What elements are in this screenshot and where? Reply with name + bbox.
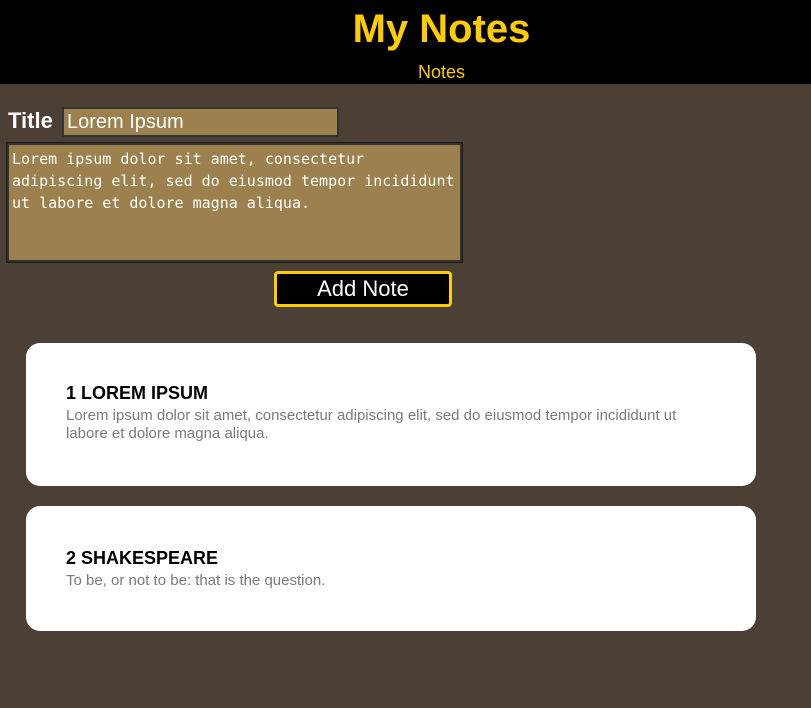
note-heading: 1 LOREM IPSUM xyxy=(66,382,716,404)
note-title: LOREM IPSUM xyxy=(81,383,209,403)
note-title: SHAKESPEARE xyxy=(81,548,219,568)
note-card: 2 SHAKESPEARE To be, or not to be: that i… xyxy=(26,506,756,631)
note-number: 2 xyxy=(66,548,77,568)
note-text: Lorem ipsum dolor sit amet, consectetur … xyxy=(66,407,677,442)
add-note-button[interactable]: Add Note xyxy=(274,271,452,307)
nav-link-notes[interactable]: Notes xyxy=(0,62,811,82)
note-card: 1 LOREM IPSUM Lorem ipsum dolor sit amet,… xyxy=(26,343,756,486)
app-header: My Notes Notes xyxy=(0,0,811,84)
note-body-textarea[interactable]: Lorem ipsum dolor sit amet, consectetur … xyxy=(6,142,463,263)
title-input[interactable] xyxy=(62,107,339,137)
note-number: 1 xyxy=(66,383,77,403)
note-text: To be, or not to be: that is the questio… xyxy=(66,572,326,589)
title-label: Title xyxy=(8,108,53,133)
note-heading: 2 SHAKESPEARE xyxy=(66,547,716,569)
app-title: My Notes xyxy=(352,7,531,51)
